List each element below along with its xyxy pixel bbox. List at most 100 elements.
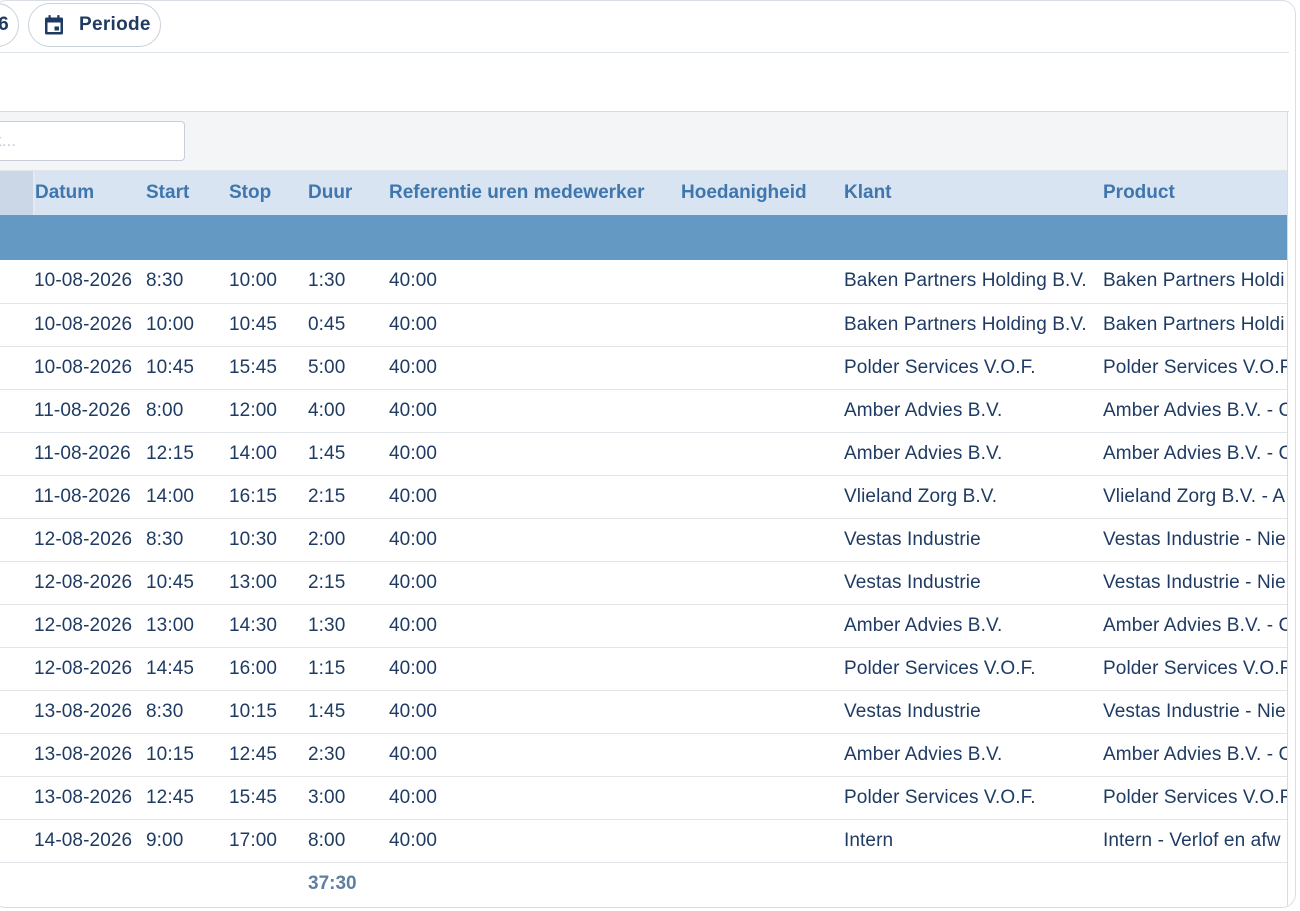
cell-product: Intern - Verlof en afw <box>1103 819 1287 863</box>
row-select-cell[interactable] <box>0 518 34 562</box>
cell-product: Amber Advies B.V. - C <box>1103 604 1287 648</box>
cell-hoedanigheid <box>681 690 844 734</box>
row-select-cell[interactable] <box>0 776 34 820</box>
cell-referentie: 40:00 <box>389 475 681 519</box>
cell-product: Vestas Industrie - Nie <box>1103 561 1287 605</box>
cell-start: 10:00 <box>146 303 229 347</box>
cell-datum: 11-08-2026 <box>34 432 146 476</box>
cell-start: 10:45 <box>146 561 229 605</box>
cell-product: Vestas Industrie - Nie <box>1103 518 1287 562</box>
table-row[interactable]: 12-08-2026 8:30 10:30 2:00 40:00 Vestas Indus… <box>0 518 1287 562</box>
cell-referentie: 40:00 <box>389 303 681 347</box>
column-header-referentie[interactable]: Referentie uren medewerker <box>389 171 681 215</box>
cell-stop: 12:45 <box>229 733 308 777</box>
cell-datum: 12-08-2026 <box>34 518 146 562</box>
cell-hoedanigheid <box>681 346 844 390</box>
cell-product: Baken Partners Holdi <box>1103 260 1287 304</box>
column-header-product[interactable]: Product <box>1103 171 1287 215</box>
cell-product: Polder Services V.O.F <box>1103 346 1287 390</box>
column-header-duur[interactable]: Duur <box>308 171 389 215</box>
table-row[interactable]: 10-08-2026 10:00 10:45 0:45 40:00 Baken Partn… <box>0 303 1287 347</box>
cell-duur: 2:30 <box>308 733 389 777</box>
cell-klant: Vlieland Zorg B.V. <box>844 475 1103 519</box>
table-row[interactable]: 10-08-2026 10:45 15:45 5:00 40:00 Polder Serv… <box>0 346 1287 390</box>
row-select-cell[interactable] <box>0 389 34 433</box>
row-select-cell[interactable] <box>0 561 34 605</box>
search-input[interactable] <box>0 121 185 161</box>
table-row[interactable]: 12-08-2026 10:45 13:00 2:15 40:00 Vestas Indu… <box>0 561 1287 605</box>
previous-period-button[interactable]: 6 <box>0 3 19 47</box>
toolbar: 6 Periode <box>0 1 1289 53</box>
cell-datum: 14-08-2026 <box>34 819 146 863</box>
cell-referentie: 40:00 <box>389 604 681 648</box>
cell-klant: Baken Partners Holding B.V. <box>844 303 1103 347</box>
cell-product: Polder Services V.O.F <box>1103 647 1287 691</box>
search-bar <box>0 112 1287 171</box>
calendar-icon <box>43 14 65 36</box>
column-header-stop[interactable]: Stop <box>229 171 308 215</box>
cell-product: Baken Partners Holdi <box>1103 303 1287 347</box>
cell-referentie: 40:00 <box>389 389 681 433</box>
cell-datum: 10-08-2026 <box>34 303 146 347</box>
row-select-cell[interactable] <box>0 303 34 347</box>
column-header-hoedanigheid[interactable]: Hoedanigheid <box>681 171 844 215</box>
table-row[interactable]: 11-08-2026 8:00 12:00 4:00 40:00 Amber Advies… <box>0 389 1287 433</box>
cell-duur: 2:15 <box>308 561 389 605</box>
total-row: 37:30 <box>0 862 1287 906</box>
cell-product: Vlieland Zorg B.V. - A <box>1103 475 1287 519</box>
table-row[interactable]: 11-08-2026 14:00 16:15 2:15 40:00 Vlieland Zo… <box>0 475 1287 519</box>
table-row[interactable]: 14-08-2026 9:00 17:00 8:00 40:00 Intern Intern… <box>0 819 1287 863</box>
cell-datum: 11-08-2026 <box>34 389 146 433</box>
table-row[interactable]: 10-08-2026 8:30 10:00 1:30 40:00 Baken Partne… <box>0 260 1287 304</box>
row-select-cell[interactable] <box>0 604 34 648</box>
cell-product: Amber Advies B.V. - C <box>1103 432 1287 476</box>
row-select-cell[interactable] <box>0 647 34 691</box>
cell-klant: Amber Advies B.V. <box>844 432 1103 476</box>
table-row[interactable]: 13-08-2026 10:15 12:45 2:30 40:00 Amber Advie… <box>0 733 1287 777</box>
row-select-cell[interactable] <box>0 260 34 304</box>
cell-start: 8:30 <box>146 518 229 562</box>
cell-hoedanigheid <box>681 389 844 433</box>
row-select-cell[interactable] <box>0 819 34 863</box>
select-column-header[interactable] <box>0 171 35 215</box>
row-select-cell[interactable] <box>0 475 34 519</box>
previous-period-label: 6 <box>0 14 9 36</box>
cell-stop: 14:00 <box>229 432 308 476</box>
cell-stop: 10:15 <box>229 690 308 734</box>
row-select-cell[interactable] <box>0 733 34 777</box>
cell-hoedanigheid <box>681 819 844 863</box>
cell-duur: 0:45 <box>308 303 389 347</box>
cell-referentie: 40:00 <box>389 690 681 734</box>
cell-start: 8:30 <box>146 260 229 304</box>
group-row[interactable] <box>0 215 1287 260</box>
table-row[interactable]: 13-08-2026 12:45 15:45 3:00 40:00 Polder Serv… <box>0 776 1287 820</box>
periode-button[interactable]: Periode <box>28 3 161 47</box>
cell-datum: 10-08-2026 <box>34 260 146 304</box>
cell-referentie: 40:00 <box>389 647 681 691</box>
cell-datum: 12-08-2026 <box>34 647 146 691</box>
column-header-klant[interactable]: Klant <box>844 171 1103 215</box>
column-header-start[interactable]: Start <box>146 171 229 215</box>
table-row[interactable]: 11-08-2026 12:15 14:00 1:45 40:00 Amber Advie… <box>0 432 1287 476</box>
cell-klant: Amber Advies B.V. <box>844 733 1103 777</box>
cell-hoedanigheid <box>681 303 844 347</box>
row-select-cell[interactable] <box>0 432 34 476</box>
cell-datum: 13-08-2026 <box>34 690 146 734</box>
cell-start: 10:45 <box>146 346 229 390</box>
cell-referentie: 40:00 <box>389 518 681 562</box>
cell-product: Amber Advies B.V. - C <box>1103 733 1287 777</box>
cell-datum: 10-08-2026 <box>34 346 146 390</box>
table-row[interactable]: 13-08-2026 8:30 10:15 1:45 40:00 Vestas Indus… <box>0 690 1287 734</box>
cell-datum: 13-08-2026 <box>34 776 146 820</box>
table-row[interactable]: 12-08-2026 14:45 16:00 1:15 40:00 Polder Serv… <box>0 647 1287 691</box>
cell-klant: Intern <box>844 819 1103 863</box>
cell-datum: 12-08-2026 <box>34 561 146 605</box>
cell-hoedanigheid <box>681 561 844 605</box>
row-select-cell[interactable] <box>0 346 34 390</box>
row-select-cell[interactable] <box>0 690 34 734</box>
table-row[interactable]: 12-08-2026 13:00 14:30 1:30 40:00 Amber Advie… <box>0 604 1287 648</box>
cell-start: 12:45 <box>146 776 229 820</box>
cell-referentie: 40:00 <box>389 561 681 605</box>
cell-stop: 10:00 <box>229 260 308 304</box>
column-header-datum[interactable]: Datum <box>34 171 146 215</box>
